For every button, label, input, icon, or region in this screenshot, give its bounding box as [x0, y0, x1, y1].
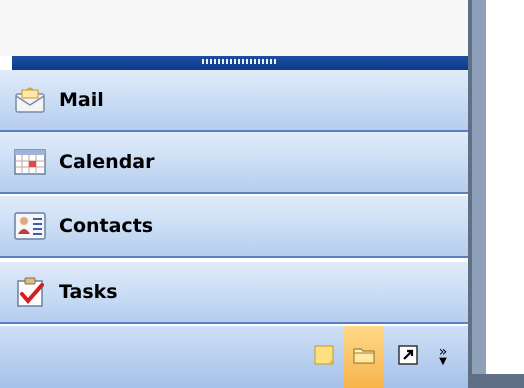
nav-button-label: Mail: [59, 89, 104, 111]
shortcuts-button[interactable]: [392, 326, 424, 388]
shortcuts-icon: [398, 345, 418, 369]
reading-pane-border: [472, 0, 486, 388]
notes-icon: [314, 345, 334, 369]
nav-button-label: Tasks: [59, 281, 118, 303]
splitter-grip[interactable]: [202, 59, 278, 64]
folder-list-button[interactable]: [344, 326, 384, 388]
notes-button[interactable]: [304, 326, 344, 388]
nav-pane-toolbar: » ▼: [0, 326, 468, 388]
contacts-icon: [13, 209, 47, 243]
nav-button-tasks[interactable]: Tasks: [0, 262, 468, 324]
nav-button-label: Contacts: [59, 215, 154, 237]
reading-pane-bottom-edge: [472, 374, 524, 388]
navigation-pane-header-area: [0, 0, 468, 56]
configure-buttons-button[interactable]: » ▼: [428, 326, 458, 388]
tasks-icon: [13, 275, 47, 309]
nav-button-contacts[interactable]: Contacts: [0, 196, 468, 258]
chevron-down-icon: ▼: [439, 356, 447, 367]
nav-button-mail[interactable]: Mail: [0, 70, 468, 132]
pane-splitter[interactable]: [12, 56, 468, 70]
calendar-icon: [13, 145, 47, 179]
reading-pane: [486, 0, 524, 388]
mail-icon: [13, 83, 47, 117]
folder-list-icon: [353, 345, 375, 369]
nav-button-label: Calendar: [59, 151, 155, 173]
nav-button-calendar[interactable]: Calendar: [0, 132, 468, 194]
